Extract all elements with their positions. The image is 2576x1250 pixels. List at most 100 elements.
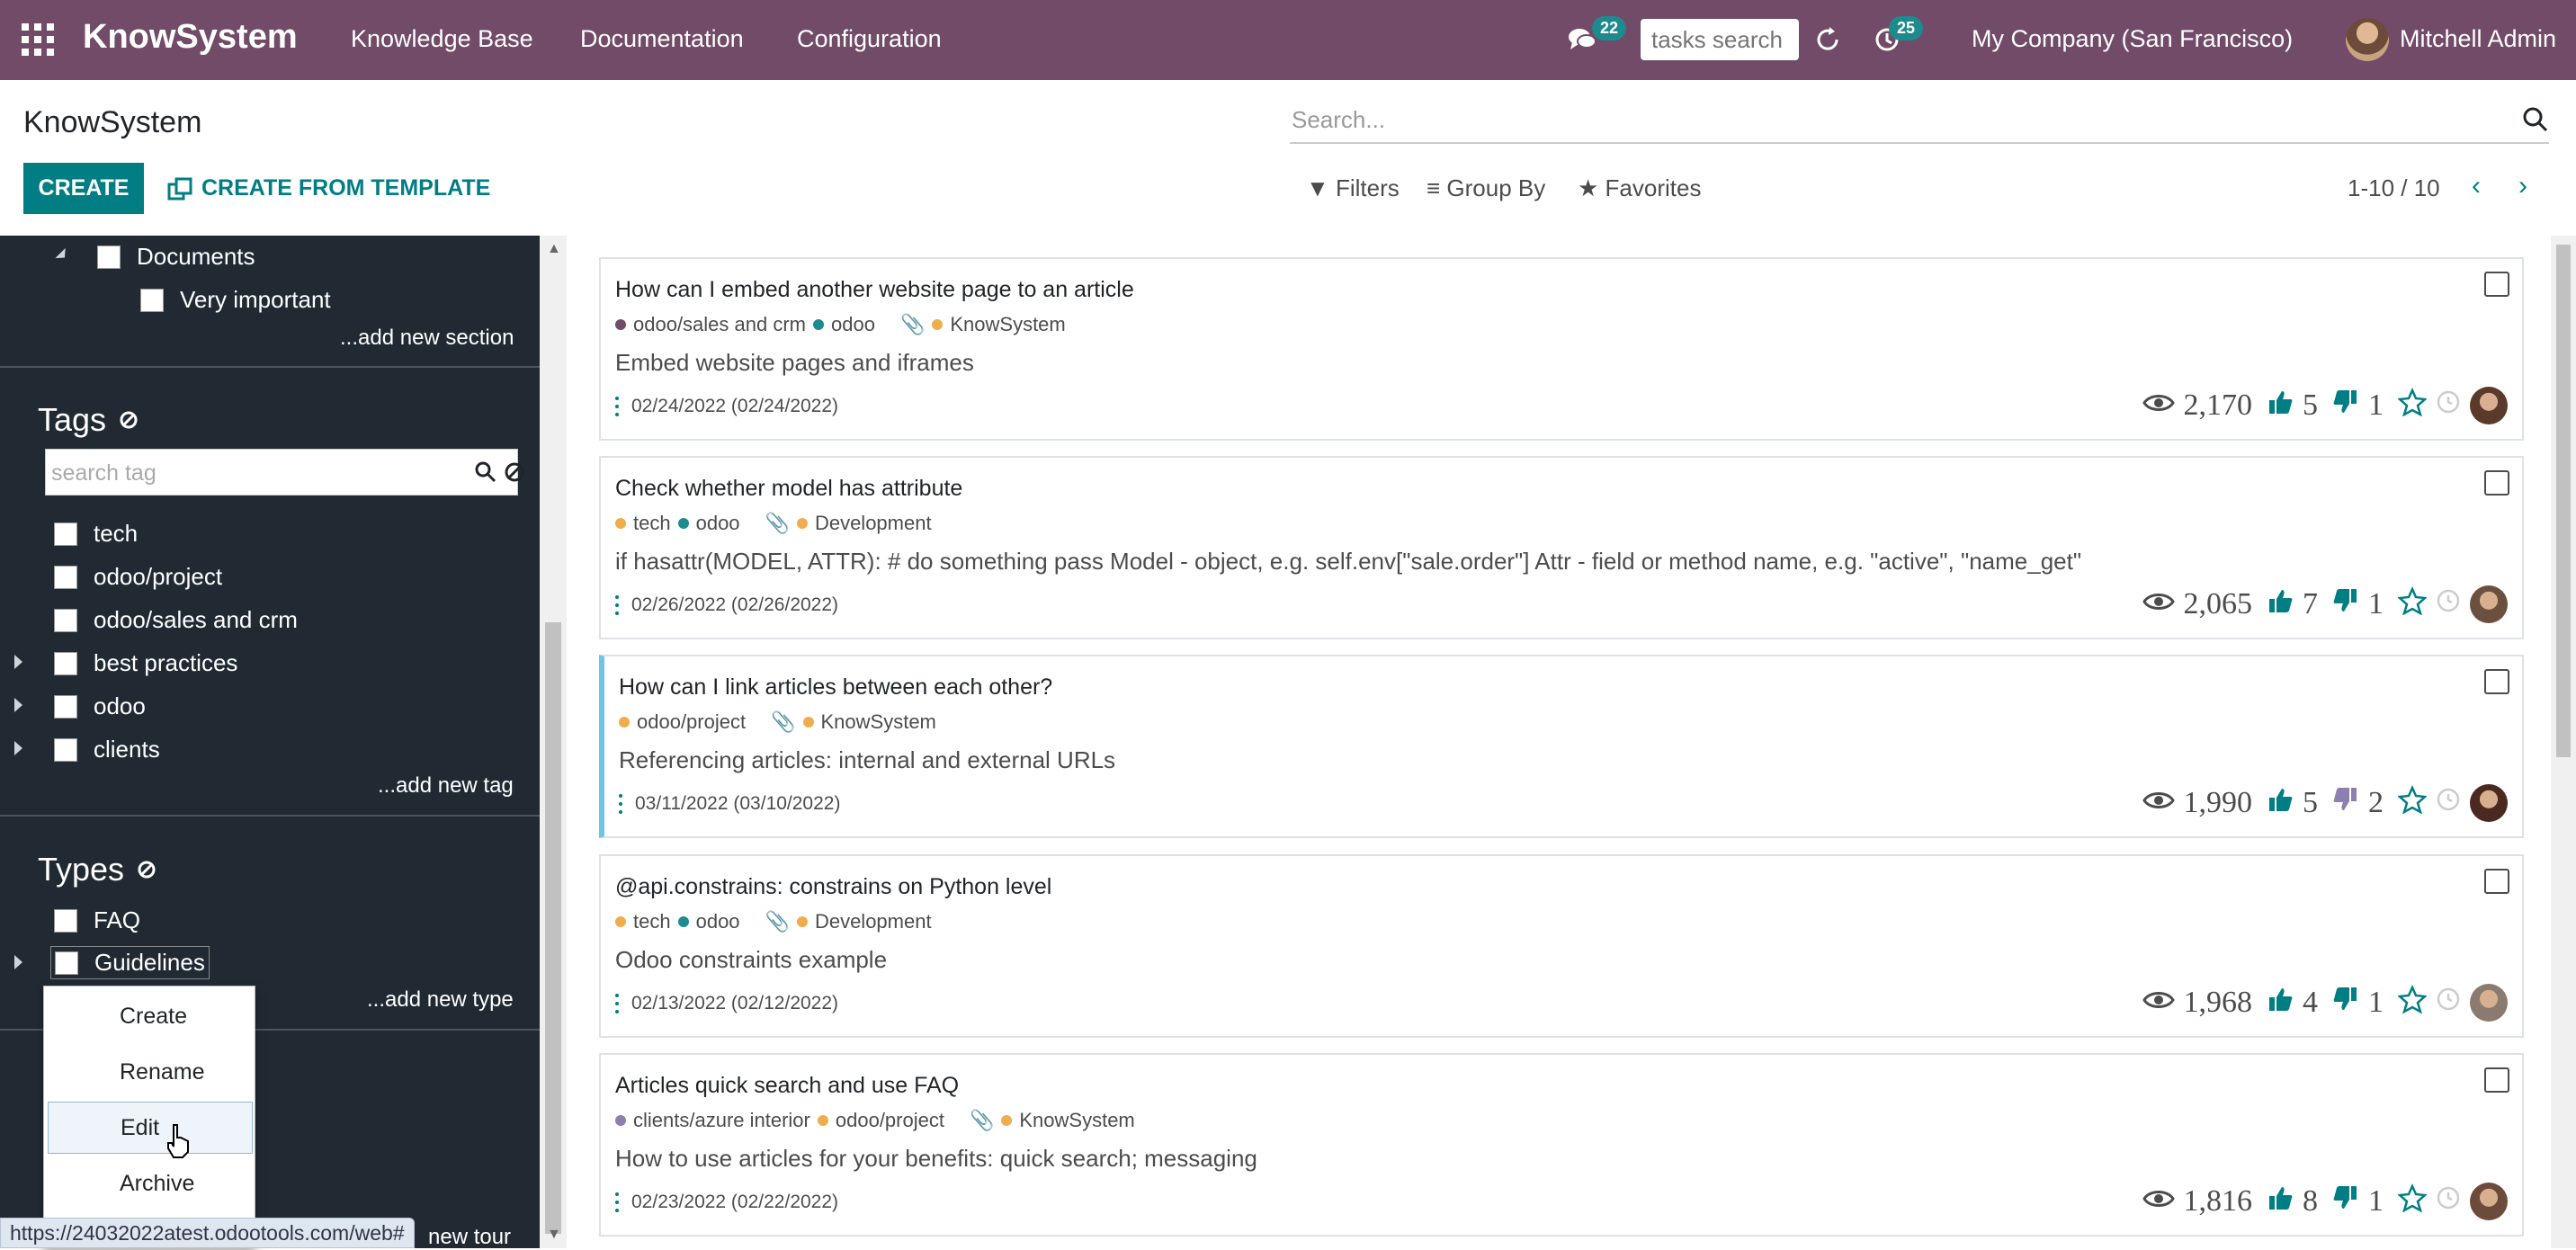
tag-item-odoo[interactable]: odoo [54, 692, 146, 720]
favorite-star-icon[interactable] [2397, 387, 2428, 424]
tag-item-clients[interactable]: clients [54, 736, 160, 763]
pager-next-icon[interactable]: › [2518, 171, 2527, 201]
drag-handle-icon[interactable] [615, 1192, 619, 1212]
expand-caret-icon[interactable] [55, 247, 70, 263]
add-new-section-link[interactable]: ...add new section [340, 326, 514, 351]
author-avatar[interactable] [2470, 1183, 2508, 1220]
tag-item-best-practices[interactable]: best practices [54, 649, 237, 677]
article-title[interactable]: Check whether model has attribute [615, 476, 962, 502]
dislike-icon[interactable] [2332, 587, 2359, 622]
favorite-star-icon[interactable] [2397, 984, 2428, 1022]
article-select-checkbox[interactable] [2484, 669, 2509, 694]
article-tag[interactable]: odoo [696, 910, 740, 933]
menu-configuration[interactable]: Configuration [797, 25, 942, 53]
menu-documentation[interactable]: Documentation [580, 25, 744, 53]
pager-value[interactable]: 1-10 / 10 [2348, 174, 2440, 202]
clock-icon[interactable] [2436, 986, 2461, 1020]
search-bar[interactable]: Search... [1290, 95, 2549, 144]
tag-item-tech[interactable]: tech [54, 520, 138, 548]
list-scrollbar[interactable] [2551, 236, 2576, 1248]
article-tag[interactable]: odoo/sales and crm [633, 313, 806, 336]
add-new-type-link[interactable]: ...add new type [367, 987, 514, 1013]
author-avatar[interactable] [2470, 984, 2508, 1022]
article-card[interactable]: @api.constrains: constrains on Python le… [599, 854, 2524, 1038]
like-icon[interactable] [2267, 986, 2294, 1021]
article-tag[interactable]: tech [633, 512, 671, 535]
article-title[interactable]: @api.constrains: constrains on Python le… [615, 874, 1051, 900]
dislike-icon[interactable] [2332, 786, 2359, 821]
context-menu-create[interactable]: Create [48, 990, 253, 1042]
article-section[interactable]: Development [815, 512, 932, 535]
tasks-search-input[interactable] [1641, 19, 1799, 60]
filters-button[interactable]: ▼ Filters [1306, 174, 1400, 202]
company-switcher[interactable]: My Company (San Francisco) [1972, 25, 2293, 53]
favorite-star-icon[interactable] [2397, 1183, 2428, 1220]
drag-handle-icon[interactable] [615, 595, 619, 615]
tag-item-odoo-project[interactable]: odoo/project [54, 563, 222, 591]
section-item-documents[interactable]: Documents [97, 243, 255, 271]
article-card[interactable]: Articles quick search and use FAQ clients… [599, 1053, 2524, 1237]
clear-tags-icon[interactable] [119, 410, 139, 430]
dislike-icon[interactable] [2332, 1184, 2359, 1219]
author-avatar[interactable] [2470, 585, 2508, 623]
dislike-icon[interactable] [2332, 986, 2359, 1021]
scroll-up-icon[interactable]: ▲ [547, 241, 561, 257]
add-new-tour-link[interactable]: new tour [428, 1225, 511, 1250]
checkbox[interactable] [54, 737, 77, 762]
expand-caret-icon[interactable] [14, 698, 22, 712]
create-button[interactable]: CREATE [23, 163, 144, 214]
article-tag[interactable]: clients/azure interior [633, 1109, 810, 1132]
author-avatar[interactable] [2470, 784, 2508, 822]
like-icon[interactable] [2267, 1184, 2294, 1219]
pager-previous-icon[interactable]: ‹ [2472, 171, 2481, 201]
create-from-template-button[interactable]: CREATE FROM TEMPLATE [167, 163, 490, 214]
context-menu-rename[interactable]: Rename [48, 1046, 253, 1098]
drag-handle-icon[interactable] [619, 794, 622, 814]
group-by-button[interactable]: ≡ Group By [1427, 174, 1545, 202]
scrollbar-thumb[interactable] [2556, 245, 2571, 757]
article-title[interactable]: Articles quick search and use FAQ [615, 1073, 959, 1099]
clock-icon[interactable] [2436, 786, 2461, 820]
user-avatar[interactable] [2346, 18, 2389, 61]
checkbox[interactable] [97, 245, 121, 269]
context-menu-edit[interactable]: Edit [48, 1102, 253, 1154]
article-tag[interactable]: odoo [696, 512, 740, 535]
expand-caret-icon[interactable] [14, 741, 22, 755]
checkbox[interactable] [54, 694, 77, 719]
context-menu-archive[interactable]: Archive [48, 1157, 253, 1210]
app-brand[interactable]: KnowSystem [83, 18, 298, 57]
like-icon[interactable] [2267, 388, 2294, 424]
scroll-down-icon[interactable]: ▼ [547, 1227, 561, 1243]
author-avatar[interactable] [2470, 387, 2508, 424]
add-new-tag-link[interactable]: ...add new tag [378, 773, 514, 799]
favorite-star-icon[interactable] [2397, 585, 2428, 623]
dislike-icon[interactable] [2332, 388, 2359, 424]
like-icon[interactable] [2267, 786, 2294, 821]
search-icon[interactable] [2522, 106, 2549, 133]
checkbox[interactable] [140, 288, 164, 312]
article-select-checkbox[interactable] [2484, 869, 2509, 894]
clear-types-icon[interactable] [137, 860, 157, 879]
article-select-checkbox[interactable] [2484, 272, 2509, 297]
article-card[interactable]: How can I embed another website page to … [599, 257, 2524, 441]
like-icon[interactable] [2267, 587, 2294, 622]
checkbox[interactable] [54, 908, 77, 933]
article-section[interactable]: KnowSystem [821, 710, 936, 734]
article-title[interactable]: How can I embed another website page to … [615, 277, 1134, 303]
clock-icon[interactable] [2436, 1184, 2461, 1219]
article-select-checkbox[interactable] [2484, 1067, 2509, 1093]
tag-item-odoo-sales-and-crm[interactable]: odoo/sales and crm [54, 606, 298, 634]
drag-handle-icon[interactable] [615, 994, 619, 1013]
clock-icon[interactable] [2436, 587, 2461, 621]
article-tag[interactable]: tech [633, 910, 671, 933]
article-card[interactable]: How can I link articles between each oth… [599, 655, 2524, 838]
checkbox[interactable] [54, 522, 77, 546]
checkbox[interactable] [54, 651, 77, 675]
article-tag[interactable]: odoo/project [836, 1109, 944, 1132]
article-tag[interactable]: odoo/project [637, 710, 746, 734]
checkbox[interactable] [55, 951, 78, 975]
checkbox[interactable] [54, 565, 77, 589]
expand-caret-icon[interactable] [14, 655, 22, 669]
clock-icon[interactable] [2436, 388, 2461, 423]
article-section[interactable]: KnowSystem [950, 313, 1065, 336]
